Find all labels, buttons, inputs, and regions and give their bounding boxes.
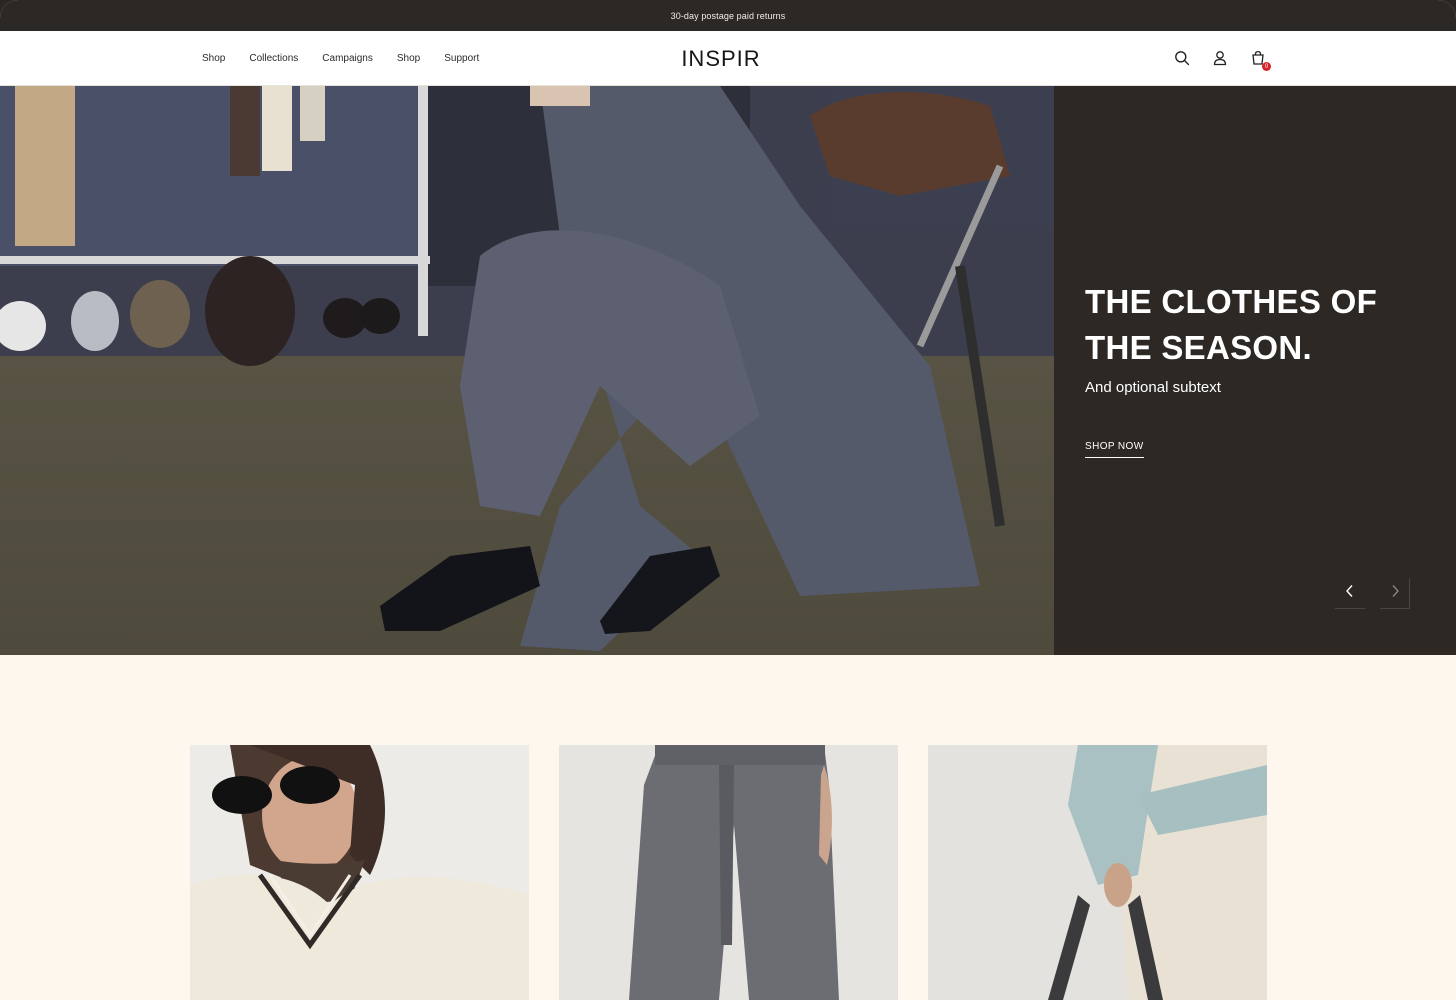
- nav-support[interactable]: Support: [444, 53, 479, 64]
- cart-icon[interactable]: 0: [1248, 48, 1271, 71]
- chevron-left-icon: [1345, 584, 1355, 603]
- hero-title: THE CLOTHES OF THE SEASON.: [1085, 279, 1445, 371]
- nav-campaigns[interactable]: Campaigns: [322, 53, 373, 64]
- tile-image-3: [928, 745, 1267, 1000]
- hero-text-panel: THE CLOTHES OF THE SEASON. And optional …: [1054, 86, 1456, 655]
- collection-tiles: [0, 655, 1456, 1000]
- hero-title-line-1: THE CLOTHES OF: [1085, 283, 1378, 320]
- slider-next-button[interactable]: [1380, 578, 1410, 609]
- header-icons: 0: [1172, 48, 1271, 71]
- tile-image-2: [559, 745, 898, 1000]
- site-logo[interactable]: INSPIR: [650, 31, 792, 86]
- chevron-right-icon: [1390, 584, 1400, 603]
- hero-title-line-2: THE SEASON.: [1085, 329, 1313, 366]
- collection-tile-1[interactable]: [190, 745, 529, 1000]
- nav-collections[interactable]: Collections: [249, 53, 298, 64]
- hero-banner: THE CLOTHES OF THE SEASON. And optional …: [0, 86, 1456, 655]
- page-frame: 30-day postage paid returns Shop Collect…: [0, 0, 1456, 1000]
- announcement-bar: 30-day postage paid returns: [0, 0, 1456, 31]
- nav-shop-2[interactable]: Shop: [397, 53, 420, 64]
- nav-shop[interactable]: Shop: [202, 53, 225, 64]
- main-nav: Shop Collections Campaigns Shop Support: [202, 31, 479, 86]
- hero-image: [0, 86, 1054, 655]
- hero-subtext: And optional subtext: [1085, 379, 1221, 396]
- search-icon[interactable]: [1172, 48, 1192, 68]
- cart-count-badge: 0: [1262, 62, 1271, 71]
- collection-tile-2[interactable]: [559, 745, 898, 1000]
- slider-prev-button[interactable]: [1335, 578, 1365, 609]
- tile-image-1: [190, 745, 529, 1000]
- account-icon[interactable]: [1210, 48, 1230, 68]
- shop-now-button[interactable]: SHOP NOW: [1085, 441, 1144, 458]
- announcement-text: 30-day postage paid returns: [670, 10, 786, 21]
- site-header: Shop Collections Campaigns Shop Support …: [0, 31, 1456, 86]
- collection-tile-3[interactable]: [928, 745, 1267, 1000]
